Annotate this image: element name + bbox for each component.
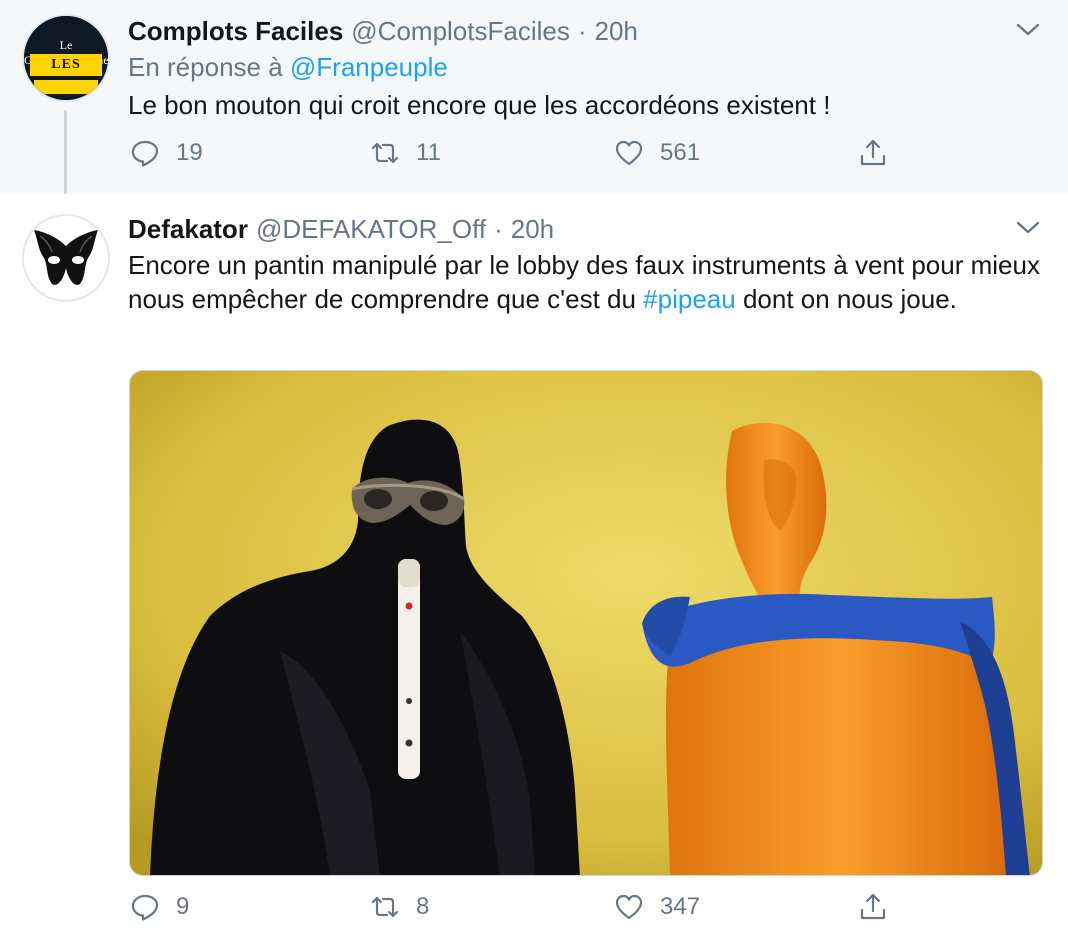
book-bottom-band xyxy=(34,80,98,94)
timestamp[interactable]: 20h xyxy=(595,16,638,47)
reply-button[interactable]: 9 xyxy=(130,892,189,922)
author-handle[interactable]: @DEFAKATOR_Off xyxy=(256,214,486,245)
reply-mention-link[interactable]: @Franpeuple xyxy=(290,52,448,82)
chevron-down-icon[interactable] xyxy=(1014,20,1042,40)
retweet-count: 11 xyxy=(416,139,441,166)
share-icon xyxy=(860,893,886,920)
author-handle[interactable]: @ComplotsFaciles xyxy=(351,16,570,47)
share-icon xyxy=(860,139,886,166)
like-button[interactable]: 347 xyxy=(614,892,700,922)
heart-icon xyxy=(615,140,643,166)
chevron-down-icon[interactable] xyxy=(1014,218,1042,238)
retweet-icon xyxy=(371,142,399,164)
reply-count: 19 xyxy=(176,139,203,166)
reply-icon xyxy=(131,894,159,921)
author-name[interactable]: Defakator xyxy=(128,214,248,245)
separator-dot: · xyxy=(577,15,587,46)
avatar[interactable] xyxy=(22,214,110,302)
tweet-text-end: dont on nous joue. xyxy=(735,284,957,314)
reply-context: En réponse à @Franpeuple xyxy=(128,52,448,83)
separator-dot: · xyxy=(494,213,503,244)
tweet-photo[interactable] xyxy=(129,370,1043,876)
retweet-icon xyxy=(371,896,399,918)
reply-icon xyxy=(131,140,159,167)
timestamp[interactable]: 20h xyxy=(511,214,554,245)
tweet-reply-context[interactable]: Le Conspirationisme LES NULS Complots Fa… xyxy=(0,0,1068,194)
avatar[interactable]: Le Conspirationisme LES NULS xyxy=(22,14,110,102)
reply-count: 9 xyxy=(176,893,190,920)
thread-connector-line xyxy=(64,110,67,206)
reply-prefix: En réponse à xyxy=(128,52,283,82)
like-button[interactable]: 561 xyxy=(614,138,700,168)
retweet-button[interactable]: 11 xyxy=(370,138,441,168)
book-band: LES NULS xyxy=(30,54,102,94)
share-button[interactable] xyxy=(858,892,888,922)
reply-button[interactable]: 19 xyxy=(130,138,203,168)
tweet-actions: 9 8 347 xyxy=(0,892,1068,932)
tweet-text: Le bon mouton qui croit encore que les a… xyxy=(128,90,831,120)
butterfly-mask-logo xyxy=(34,230,98,285)
tweet-header: Defakator @DEFAKATOR_Off · 20h xyxy=(128,212,554,246)
retweet-count: 8 xyxy=(416,893,430,920)
like-count: 561 xyxy=(660,139,701,166)
book-cover-image: Le Conspirationisme LES NULS xyxy=(24,16,108,100)
tweet-text: Encore un pantin manipulé par le lobby d… xyxy=(128,248,1048,316)
heart-icon xyxy=(615,894,643,920)
share-button[interactable] xyxy=(858,138,888,168)
hashtag-link[interactable]: #pipeau xyxy=(643,284,736,314)
costume-photo xyxy=(130,371,1042,875)
retweet-button[interactable]: 8 xyxy=(370,892,429,922)
author-name[interactable]: Complots Faciles xyxy=(128,16,343,47)
tweet-actions: 19 11 561 xyxy=(0,138,1068,178)
tweet-header: Complots Faciles @ComplotsFaciles · 20h xyxy=(128,14,638,48)
like-count: 347 xyxy=(660,893,701,920)
